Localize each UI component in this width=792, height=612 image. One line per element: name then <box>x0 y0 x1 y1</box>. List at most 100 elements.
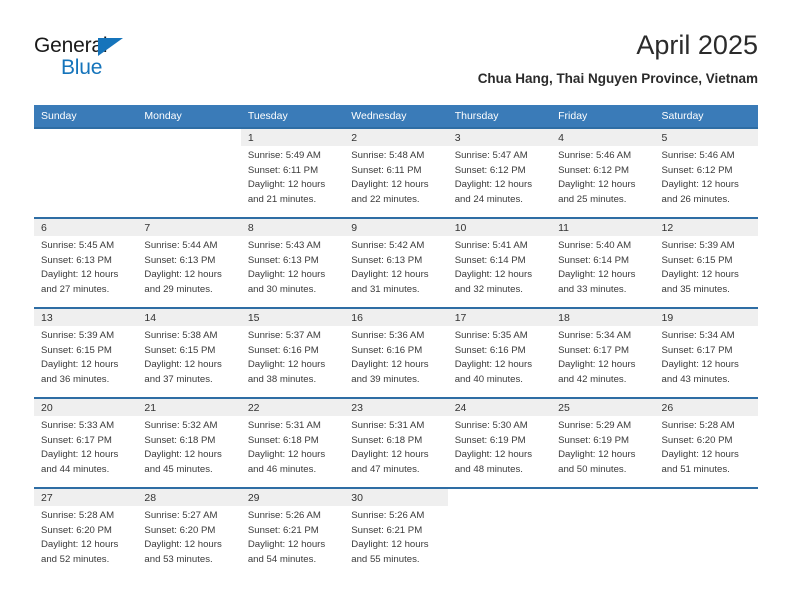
day-number <box>654 489 758 506</box>
day-cell[interactable]: 13 Sunrise: 5:39 AM Sunset: 6:15 PM Dayligh… <box>34 307 138 397</box>
day-number <box>551 489 655 506</box>
daylight-text-line2: and 31 minutes. <box>351 283 420 295</box>
day-cell[interactable]: 27 Sunrise: 5:28 AM Sunset: 6:20 PM Dayligh… <box>34 487 138 577</box>
daylight-text-line1: Daylight: 12 hours <box>144 539 222 551</box>
sunset-text: Sunset: 6:18 PM <box>351 434 423 446</box>
day-cell[interactable]: 11 Sunrise: 5:40 AM Sunset: 6:14 PM Dayligh… <box>551 217 655 307</box>
sunset-text: Sunset: 6:14 PM <box>558 254 630 266</box>
day-sun-info: Sunrise: 5:34 AM Sunset: 6:17 PM Daylight:… <box>655 326 758 387</box>
day-cell[interactable]: 9 Sunrise: 5:42 AM Sunset: 6:13 PM Daylight… <box>344 217 448 307</box>
sunset-text: Sunset: 6:19 PM <box>558 434 630 446</box>
daylight-text-line2: and 27 minutes. <box>41 283 110 295</box>
daylight-text-line1: Daylight: 12 hours <box>247 179 326 191</box>
daylight-text-line1: Daylight: 12 hours <box>351 539 429 551</box>
daylight-text-line1: Daylight: 12 hours <box>247 269 326 281</box>
daylight-text-line1: Daylight: 12 hours <box>144 359 222 371</box>
day-number: 13 <box>34 309 138 326</box>
sunset-text: Sunset: 6:11 PM <box>351 164 422 176</box>
daylight-text-line1: Daylight: 12 hours <box>144 449 222 461</box>
day-sun-info: Sunrise: 5:48 AM Sunset: 6:11 PM Daylight:… <box>344 146 447 207</box>
day-number: 10 <box>447 219 552 236</box>
daylight-text-line2: and 50 minutes. <box>558 463 627 475</box>
calendar-day-cell: 9 Sunrise: 5:42 AM Sunset: 6:13 PM Daylight… <box>344 217 448 307</box>
day-cell[interactable]: 3 Sunrise: 5:47 AM Sunset: 6:12 PM Daylight… <box>447 127 552 217</box>
day-cell[interactable]: 21 Sunrise: 5:32 AM Sunset: 6:18 PM Dayligh… <box>137 397 241 487</box>
sunrise-text: Sunrise: 5:45 AM <box>41 240 115 251</box>
day-number: 9 <box>344 219 448 236</box>
day-cell[interactable]: 16 Sunrise: 5:36 AM Sunset: 6:16 PM Dayligh… <box>344 307 448 397</box>
calendar-page: General Blue April 2025 Chua Hang, Thai … <box>0 0 792 612</box>
day-sun-info: Sunrise: 5:31 AM Sunset: 6:18 PM Daylight:… <box>344 416 447 477</box>
day-cell[interactable]: 5 Sunrise: 5:46 AM Sunset: 6:12 PM Daylight… <box>654 127 758 217</box>
day-cell[interactable]: 4 Sunrise: 5:46 AM Sunset: 6:12 PM Daylight… <box>551 127 655 217</box>
calendar-day-cell <box>654 487 758 577</box>
day-sun-info: Sunrise: 5:26 AM Sunset: 6:21 PM Daylight:… <box>344 506 447 567</box>
daylight-text-line1: Daylight: 12 hours <box>454 359 533 371</box>
day-number: 3 <box>447 129 552 146</box>
day-cell[interactable]: 10 Sunrise: 5:41 AM Sunset: 6:14 PM Dayligh… <box>447 217 552 307</box>
daylight-text-line2: and 26 minutes. <box>661 193 730 205</box>
calendar-day-cell: 29 Sunrise: 5:26 AM Sunset: 6:21 PM Dayligh… <box>240 487 345 577</box>
day-number: 28 <box>137 489 241 506</box>
day-cell[interactable]: 18 Sunrise: 5:34 AM Sunset: 6:17 PM Dayligh… <box>551 307 655 397</box>
day-cell[interactable]: 20 Sunrise: 5:33 AM Sunset: 6:17 PM Dayligh… <box>34 397 138 487</box>
day-cell[interactable]: 7 Sunrise: 5:44 AM Sunset: 6:13 PM Daylight… <box>137 217 241 307</box>
sunset-text: Sunset: 6:15 PM <box>41 344 112 356</box>
day-cell[interactable]: 28 Sunrise: 5:27 AM Sunset: 6:20 PM Dayligh… <box>137 487 241 577</box>
day-sun-info: Sunrise: 5:26 AM Sunset: 6:21 PM Daylight:… <box>241 506 344 567</box>
day-cell[interactable]: 30 Sunrise: 5:26 AM Sunset: 6:21 PM Dayligh… <box>344 487 448 577</box>
day-cell[interactable]: 2 Sunrise: 5:48 AM Sunset: 6:11 PM Daylight… <box>344 127 448 217</box>
calendar-day-cell: 27 Sunrise: 5:28 AM Sunset: 6:20 PM Dayligh… <box>34 487 138 577</box>
sunrise-text: Sunrise: 5:39 AM <box>661 240 735 251</box>
day-cell[interactable]: 15 Sunrise: 5:37 AM Sunset: 6:16 PM Dayligh… <box>240 307 345 397</box>
day-cell[interactable]: 6 Sunrise: 5:45 AM Sunset: 6:13 PM Daylight… <box>34 217 138 307</box>
sunrise-text: Sunrise: 5:41 AM <box>454 240 528 251</box>
sunrise-text: Sunrise: 5:28 AM <box>661 420 735 431</box>
daylight-text-line1: Daylight: 12 hours <box>661 179 739 191</box>
day-sun-info: Sunrise: 5:31 AM Sunset: 6:18 PM Daylight:… <box>241 416 344 477</box>
day-number <box>447 489 552 506</box>
calendar-day-cell: 7 Sunrise: 5:44 AM Sunset: 6:13 PM Daylight… <box>137 217 241 307</box>
calendar-day-cell: 12 Sunrise: 5:39 AM Sunset: 6:15 PM Dayligh… <box>654 217 758 307</box>
weekday-header-wednesday: Wednesday <box>344 105 448 127</box>
sunrise-text: Sunrise: 5:40 AM <box>558 240 632 251</box>
day-sun-info: Sunrise: 5:34 AM Sunset: 6:17 PM Daylight:… <box>551 326 654 387</box>
day-cell[interactable]: 19 Sunrise: 5:34 AM Sunset: 6:17 PM Dayligh… <box>654 307 758 397</box>
sunset-text: Sunset: 6:14 PM <box>454 254 526 266</box>
day-cell[interactable]: 29 Sunrise: 5:26 AM Sunset: 6:21 PM Dayligh… <box>240 487 345 577</box>
day-cell[interactable]: 17 Sunrise: 5:35 AM Sunset: 6:16 PM Dayligh… <box>447 307 552 397</box>
calendar-week-row: 13 Sunrise: 5:39 AM Sunset: 6:15 PM Dayligh… <box>34 307 758 397</box>
daylight-text-line2: and 42 minutes. <box>558 373 627 385</box>
day-cell[interactable]: 8 Sunrise: 5:43 AM Sunset: 6:13 PM Daylight… <box>240 217 345 307</box>
day-cell[interactable]: 26 Sunrise: 5:28 AM Sunset: 6:20 PM Dayligh… <box>654 397 758 487</box>
sunrise-text: Sunrise: 5:46 AM <box>661 150 735 161</box>
sunset-text: Sunset: 6:21 PM <box>247 524 319 536</box>
day-cell[interactable]: 12 Sunrise: 5:39 AM Sunset: 6:15 PM Dayligh… <box>654 217 758 307</box>
sunrise-text: Sunrise: 5:26 AM <box>247 510 321 521</box>
calendar-day-cell: 28 Sunrise: 5:27 AM Sunset: 6:20 PM Dayligh… <box>137 487 241 577</box>
daylight-text-line1: Daylight: 12 hours <box>558 359 636 371</box>
calendar-day-cell: 3 Sunrise: 5:47 AM Sunset: 6:12 PM Daylight… <box>447 127 552 217</box>
day-cell[interactable]: 24 Sunrise: 5:30 AM Sunset: 6:19 PM Dayligh… <box>447 397 552 487</box>
day-sun-info: Sunrise: 5:49 AM Sunset: 6:11 PM Daylight:… <box>241 146 344 207</box>
day-cell[interactable]: 14 Sunrise: 5:38 AM Sunset: 6:15 PM Dayligh… <box>137 307 241 397</box>
daylight-text-line2: and 48 minutes. <box>454 463 523 475</box>
calendar-day-cell: 25 Sunrise: 5:29 AM Sunset: 6:19 PM Dayligh… <box>551 397 655 487</box>
daylight-text-line2: and 51 minutes. <box>661 463 730 475</box>
sunset-text: Sunset: 6:12 PM <box>558 164 630 176</box>
day-sun-info: Sunrise: 5:43 AM Sunset: 6:13 PM Daylight:… <box>241 236 344 297</box>
calendar-day-cell: 20 Sunrise: 5:33 AM Sunset: 6:17 PM Dayligh… <box>34 397 138 487</box>
daylight-text-line2: and 33 minutes. <box>558 283 627 295</box>
day-sun-info: Sunrise: 5:28 AM Sunset: 6:20 PM Daylight:… <box>34 506 137 567</box>
day-cell[interactable]: 25 Sunrise: 5:29 AM Sunset: 6:19 PM Dayligh… <box>551 397 655 487</box>
day-number: 11 <box>551 219 655 236</box>
day-sun-info: Sunrise: 5:38 AM Sunset: 6:15 PM Daylight:… <box>137 326 240 387</box>
calendar-day-cell: 18 Sunrise: 5:34 AM Sunset: 6:17 PM Dayligh… <box>551 307 655 397</box>
day-cell[interactable]: 22 Sunrise: 5:31 AM Sunset: 6:18 PM Dayligh… <box>240 397 345 487</box>
day-sun-info: Sunrise: 5:46 AM Sunset: 6:12 PM Daylight:… <box>551 146 654 207</box>
generalblue-logo[interactable]: General Blue <box>34 34 204 90</box>
day-cell[interactable]: 1 Sunrise: 5:49 AM Sunset: 6:11 PM Daylight… <box>240 127 345 217</box>
day-cell[interactable]: 23 Sunrise: 5:31 AM Sunset: 6:18 PM Dayligh… <box>344 397 448 487</box>
sunrise-text: Sunrise: 5:39 AM <box>41 330 115 341</box>
day-sun-info: Sunrise: 5:27 AM Sunset: 6:20 PM Daylight:… <box>137 506 240 567</box>
